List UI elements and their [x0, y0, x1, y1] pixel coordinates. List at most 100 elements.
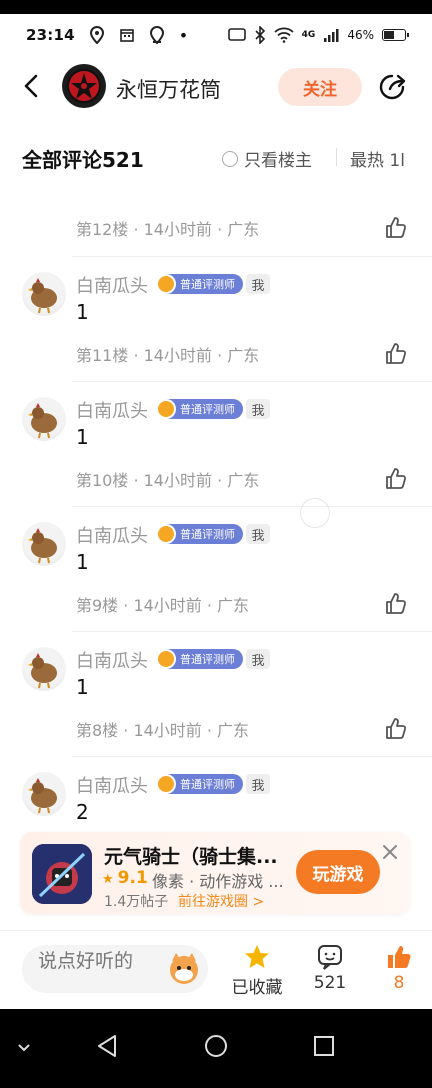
floor-meta: 第10楼 · 14小时前 · 广东 — [76, 471, 260, 490]
me-tag: 我 — [246, 274, 270, 294]
like-button[interactable]: 8 — [364, 943, 432, 993]
game-genre: 像素 · 动作游戏 ... — [152, 872, 284, 891]
like-count: 8 — [393, 973, 405, 993]
collect-button[interactable]: 已收藏 — [222, 943, 292, 998]
username[interactable]: 白南瓜头 — [76, 272, 148, 298]
battery-percent: 46% — [347, 28, 374, 42]
radio-icon — [222, 150, 238, 167]
me-tag: 我 — [246, 649, 270, 669]
comments-header: 全部评论521 只看楼主 最热 1l — [0, 132, 432, 182]
recents-square-icon[interactable] — [309, 1031, 339, 1061]
comment-body[interactable]: 1 — [76, 425, 89, 449]
only-owner-label: 只看楼主 — [244, 151, 312, 171]
cast-icon — [227, 28, 246, 41]
reviewer-badge: 普通评测师 — [156, 399, 243, 419]
comment-body[interactable]: 1 — [76, 675, 89, 699]
divider — [72, 756, 432, 757]
divider — [72, 256, 432, 257]
chicken-avatar-icon — [28, 778, 57, 814]
comment-body[interactable]: 1 — [76, 550, 89, 574]
username[interactable]: 白南瓜头 — [76, 772, 148, 798]
divider — [336, 148, 337, 166]
sort-toggle[interactable]: 最热 1l — [350, 146, 405, 171]
username[interactable]: 白南瓜头 — [76, 397, 148, 423]
chicken-avatar-icon — [28, 278, 57, 314]
thumbs-up-filled-icon — [388, 946, 411, 968]
star-filled-icon — [245, 945, 269, 968]
badge-avatar-icon — [156, 274, 176, 294]
circle-logo[interactable] — [62, 64, 106, 108]
network-type: 4G — [301, 30, 316, 40]
floor-meta: 第9楼 · 14小时前 · 广东 — [76, 596, 250, 615]
chicken-avatar-icon — [28, 653, 57, 689]
divider — [72, 631, 432, 632]
comments-button[interactable]: 521 — [295, 943, 365, 993]
sharingan-emblem-icon — [69, 71, 99, 101]
follow-button[interactable]: 关注 — [278, 68, 362, 106]
location-icon — [149, 26, 164, 44]
status-notification-icons: • — [89, 26, 188, 45]
avatar[interactable] — [22, 522, 66, 566]
reviewer-badge: 普通评测师 — [156, 524, 243, 544]
thumbs-up-icon[interactable] — [384, 717, 408, 741]
status-time: 23:14 — [26, 26, 75, 44]
avatar[interactable] — [22, 397, 66, 441]
floor-meta: 第8楼 · 14小时前 · 广东 — [76, 721, 250, 740]
chicken-avatar-icon — [28, 403, 57, 439]
chicken-avatar-icon — [28, 528, 57, 564]
reply-input[interactable]: 说点好听的 — [22, 945, 208, 993]
thumbs-up-icon[interactable] — [384, 592, 408, 616]
username[interactable]: 白南瓜头 — [76, 647, 148, 673]
location-icon — [89, 26, 104, 44]
floor-meta: 第11楼 · 14小时前 · 广东 — [76, 346, 260, 365]
bottom-action-bar: 说点好听的 已收藏 521 8 — [0, 930, 432, 1009]
bluetooth-icon — [255, 26, 265, 44]
calendar-icon — [119, 29, 134, 42]
battery-icon — [382, 29, 409, 41]
soul-knight-icon — [32, 844, 92, 904]
system-nav-bar — [0, 1009, 432, 1088]
thumbs-up-icon[interactable] — [384, 342, 408, 366]
thumbs-up-icon[interactable] — [384, 216, 408, 240]
reply-placeholder: 说点好听的 — [38, 950, 134, 972]
reviewer-badge: 普通评测师 — [156, 774, 243, 794]
comment-body[interactable]: 1 — [76, 300, 89, 324]
floor-meta: 第12楼 · 14小时前 · 广东 — [76, 220, 260, 239]
wifi-icon — [274, 27, 294, 43]
close-icon[interactable] — [382, 844, 398, 860]
goto-game-circle-link[interactable]: 前往游戏圈 > — [178, 891, 264, 911]
game-icon[interactable] — [32, 844, 92, 904]
chevron-down-icon[interactable] — [14, 1037, 34, 1057]
back-arrow-icon[interactable] — [18, 72, 46, 100]
back-triangle-icon[interactable] — [93, 1031, 123, 1061]
avatar[interactable] — [22, 272, 66, 316]
reviewer-badge: 普通评测师 — [156, 274, 243, 294]
play-game-button[interactable]: 玩游戏 — [296, 850, 380, 894]
comments-count-title: 全部评论521 — [22, 148, 144, 172]
reviewer-badge: 普通评测师 — [156, 649, 243, 669]
more-dot-icon: • — [178, 25, 189, 45]
game-promo-card[interactable]: 元气骑士（骑士集... ★ 9.1 像素 · 动作游戏 ... 1.4万帖子 前… — [20, 832, 410, 914]
username[interactable]: 白南瓜头 — [76, 522, 148, 548]
me-tag: 我 — [246, 399, 270, 419]
comment-smile-icon — [318, 945, 342, 970]
mascot-icon — [170, 953, 198, 984]
me-tag: 我 — [246, 774, 270, 794]
avatar[interactable] — [22, 772, 66, 816]
game-rating: ★ 9.1 — [102, 868, 148, 888]
comment-body[interactable]: 2 — [76, 800, 89, 824]
home-circle-icon[interactable] — [201, 1031, 231, 1061]
badge-avatar-icon — [156, 399, 176, 419]
badge-avatar-icon — [156, 774, 176, 794]
game-post-count: 1.4万帖子 — [104, 894, 169, 910]
signal-icon — [324, 29, 339, 42]
collect-label: 已收藏 — [231, 978, 283, 998]
touch-indicator — [300, 498, 330, 528]
comment-count: 521 — [313, 973, 347, 993]
share-icon[interactable] — [378, 72, 408, 102]
only-owner-toggle[interactable]: 只看楼主 — [222, 146, 312, 171]
badge-avatar-icon — [156, 524, 176, 544]
circle-title: 永恒万花筒 — [116, 78, 221, 102]
thumbs-up-icon[interactable] — [384, 467, 408, 491]
avatar[interactable] — [22, 647, 66, 691]
